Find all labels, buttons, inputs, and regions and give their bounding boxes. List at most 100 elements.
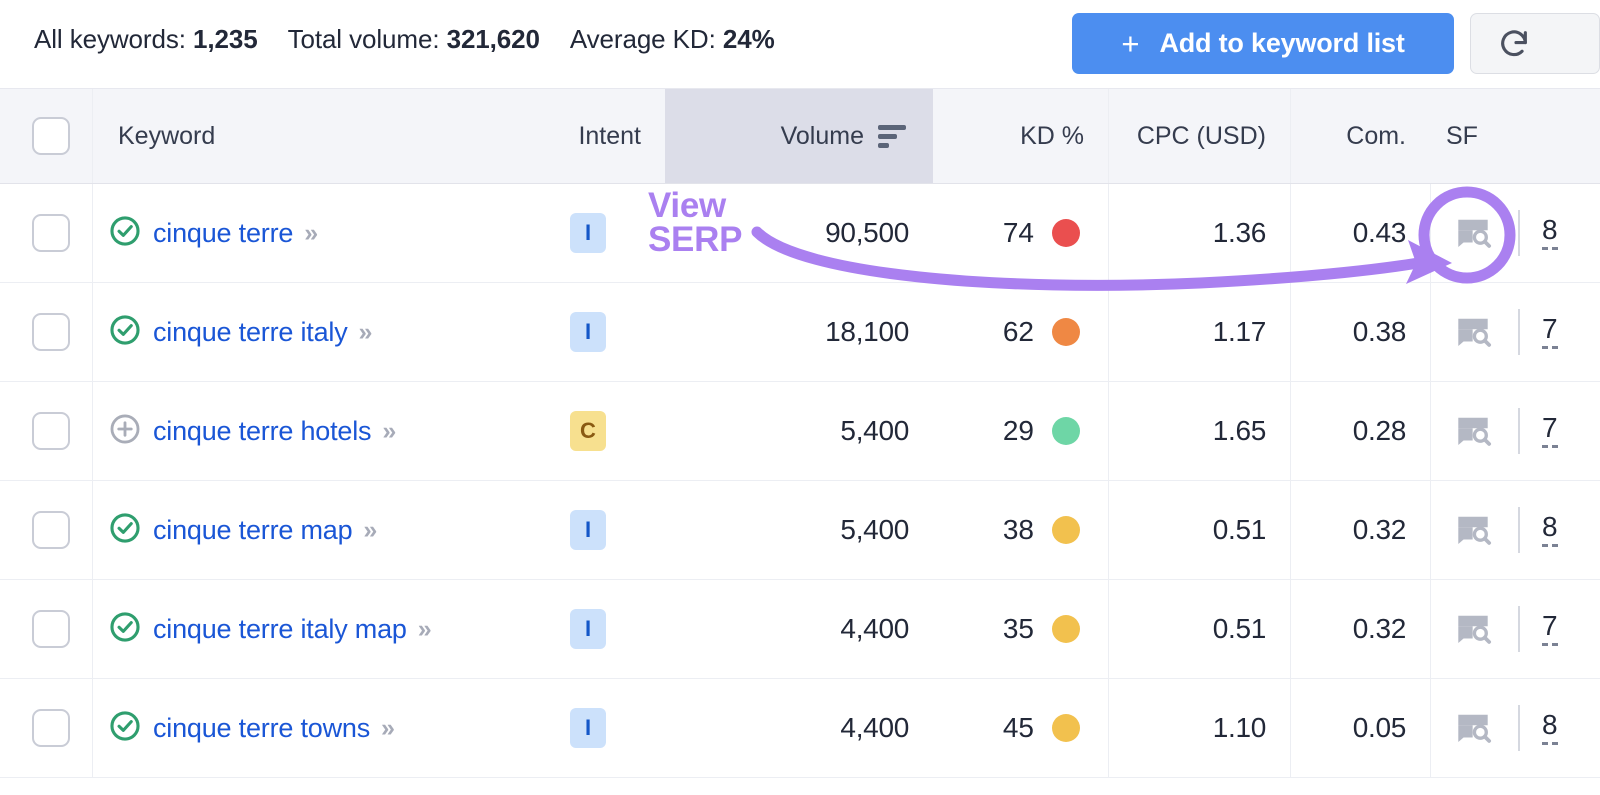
keyword-link[interactable]: cinque terre italy map [153,614,407,645]
double-chevron-right-icon[interactable]: » [382,417,396,446]
row-keyword-cell: cinque terre italy map » [92,580,560,678]
plus-icon: + [1121,26,1140,61]
sf-value[interactable]: 7 [1542,414,1558,448]
stat-label: Total volume: [287,24,440,54]
volume-value: 5,400 [840,415,909,446]
row-sf-cell: 8 [1430,679,1600,777]
volume-value: 90,500 [825,217,909,248]
header-kd-label[interactable]: KD % [933,89,1108,183]
table-row[interactable]: cinque terre italy » I 18,100 62 1.17 0.38 7 [0,283,1600,382]
row-checkbox[interactable] [32,511,70,549]
table-row[interactable]: cinque terre italy map » I 4,400 35 0.51 0.32 7 [0,580,1600,679]
row-intent-cell: I [560,184,665,282]
refresh-icon [1497,27,1531,61]
row-checkbox[interactable] [32,214,70,252]
row-keyword-cell: cinque terre italy » [92,283,560,381]
row-kd-cell: 62 [933,283,1108,381]
row-checkbox[interactable] [32,709,70,747]
kd-value: 62 [1002,316,1034,347]
row-com-cell: 0.32 [1290,481,1430,579]
sf-divider [1518,309,1520,355]
kd-difficulty-dot [1052,516,1080,544]
serp-preview-icon[interactable] [1452,311,1494,353]
serp-preview-icon[interactable] [1452,509,1494,551]
cpc-value: 1.36 [1212,217,1267,248]
plus-circle-icon[interactable] [108,412,142,451]
select-all-checkbox[interactable] [32,117,70,155]
row-sf-cell: 7 [1430,382,1600,480]
double-chevron-right-icon[interactable]: » [363,516,377,545]
com-value: 0.28 [1352,415,1407,446]
serp-preview-icon[interactable] [1452,608,1494,650]
keyword-link[interactable]: cinque terre [153,218,293,249]
check-circle-icon[interactable] [108,214,142,253]
intent-badge[interactable]: I [570,708,606,748]
refresh-button[interactable] [1470,13,1600,74]
stat-total-volume: Total volume: 321,620 [288,24,540,55]
table-body: cinque terre» I 90,500 74 1.36 0.43 8 cinque te… [0,184,1600,778]
row-volume-cell: 18,100 [665,283,933,381]
serp-preview-icon[interactable] [1452,410,1494,452]
serp-preview-icon[interactable] [1452,707,1494,749]
sf-divider [1518,507,1520,553]
table-row[interactable]: cinque terre hotels » C 5,400 29 1.65 0.28 7 [0,382,1600,481]
row-select-cell [0,184,92,282]
sort-descending-icon[interactable] [878,124,906,148]
header-volume-cell[interactable]: Volume [665,89,933,183]
row-checkbox[interactable] [32,412,70,450]
table-row[interactable]: cinque terre map » I 5,400 38 0.51 0.32 8 [0,481,1600,580]
header-intent-label[interactable]: Intent [560,89,665,183]
table-row[interactable]: cinque terre towns » I 4,400 45 1.10 0.05 8 [0,679,1600,778]
sf-value[interactable]: 7 [1542,612,1558,646]
row-cpc-cell: 0.51 [1108,580,1290,678]
com-value: 0.32 [1352,613,1407,644]
row-checkbox[interactable] [32,610,70,648]
stat-value: 24% [722,24,775,54]
check-circle-icon[interactable] [108,313,142,352]
header-com-label[interactable]: Com. [1290,89,1430,183]
keyword-link[interactable]: cinque terre italy [153,317,348,348]
row-com-cell: 0.43 [1290,184,1430,282]
sf-value[interactable]: 7 [1542,315,1558,349]
keyword-overview-screen: All keywords: 1,235 Total volume: 321,62… [0,0,1600,795]
sf-value[interactable]: 8 [1542,711,1558,745]
row-checkbox[interactable] [32,313,70,351]
header-keyword-label[interactable]: Keyword [92,89,560,183]
cpc-value: 0.51 [1212,613,1267,644]
keyword-link[interactable]: cinque terre map [153,515,353,546]
double-chevron-right-icon[interactable]: » [418,615,432,644]
row-cpc-cell: 1.10 [1108,679,1290,777]
intent-badge[interactable]: I [570,312,606,352]
header-sf-label[interactable]: SF [1430,89,1600,183]
intent-badge[interactable]: I [570,213,606,253]
sf-value[interactable]: 8 [1542,513,1558,547]
sf-value[interactable]: 8 [1542,216,1558,250]
row-intent-cell: C [560,382,665,480]
summary-stats: All keywords: 1,235 Total volume: 321,62… [34,24,775,55]
kd-difficulty-dot [1052,714,1080,742]
header-kd-cell: KD % [933,89,1108,183]
add-to-keyword-list-button[interactable]: + Add to keyword list [1072,13,1454,74]
intent-badge[interactable]: I [570,510,606,550]
row-keyword-cell: cinque terre towns » [92,679,560,777]
keyword-link[interactable]: cinque terre towns [153,713,370,744]
check-circle-icon[interactable] [108,511,142,550]
cpc-value: 1.65 [1212,415,1267,446]
intent-badge[interactable]: C [570,411,606,451]
serp-preview-icon[interactable] [1452,212,1494,254]
double-chevron-right-icon[interactable]: » [381,714,395,743]
sf-divider [1518,705,1520,751]
check-circle-icon[interactable] [108,709,142,748]
double-chevron-right-icon[interactable]: » [304,219,318,248]
keyword-link[interactable]: cinque terre hotels [153,416,372,447]
stat-value: 1,235 [192,24,258,54]
check-circle-icon[interactable] [108,610,142,649]
row-sf-cell: 8 [1430,481,1600,579]
stat-label: All keywords: [34,24,186,54]
table-header-row: Keyword Intent Volume KD % CPC (USD) Com… [0,88,1600,184]
header-cpc-label[interactable]: CPC (USD) [1108,89,1290,183]
intent-badge[interactable]: I [570,609,606,649]
double-chevron-right-icon[interactable]: » [359,318,373,347]
com-value: 0.05 [1352,712,1407,743]
table-row[interactable]: cinque terre » I 90,500 74 1.36 0.43 8 [0,184,1600,283]
